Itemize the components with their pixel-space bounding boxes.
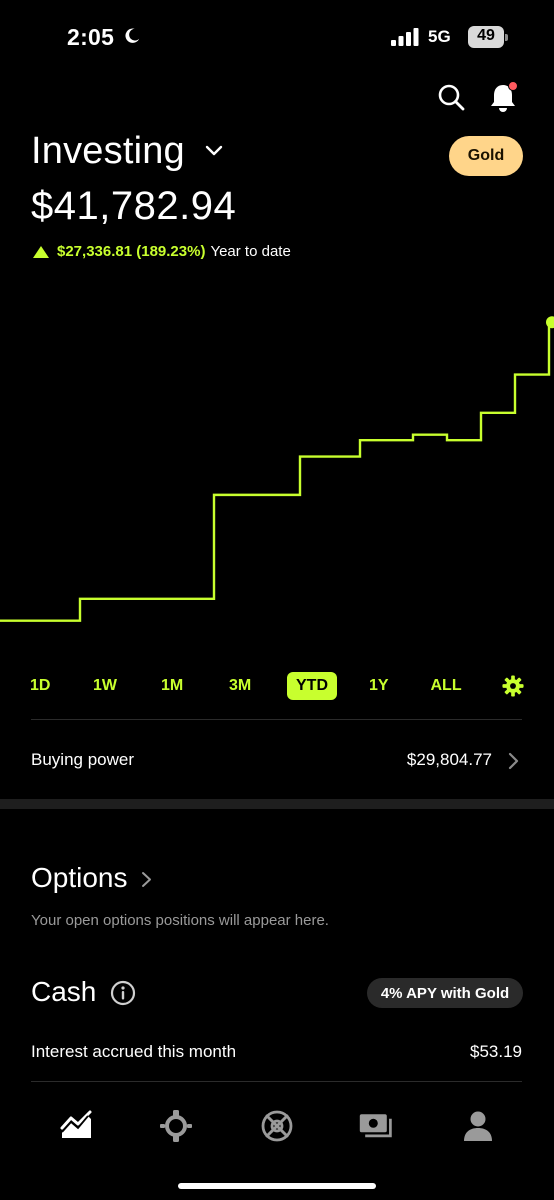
range-3m[interactable]: 3M	[229, 672, 251, 700]
divider	[31, 1081, 522, 1082]
notification-dot	[508, 81, 518, 91]
chevron-down-icon[interactable]	[205, 144, 223, 158]
search-icon[interactable]	[437, 83, 465, 111]
chart-line	[0, 321, 552, 622]
chart-end-dot	[546, 316, 554, 329]
screen: 2:05 5G 49 Investing Gold $41,782.94 $27…	[0, 0, 554, 1200]
divider	[31, 719, 522, 720]
options-title[interactable]: Options	[31, 862, 128, 894]
interest-value: $53.19	[470, 1042, 522, 1061]
range-ytd[interactable]: YTD	[287, 672, 337, 700]
battery-level: 49	[477, 27, 495, 44]
options-subtitle: Your open options positions will appear …	[31, 912, 329, 929]
browse-icon[interactable]	[158, 1108, 194, 1144]
battery-icon: 49	[468, 26, 508, 48]
range-1w[interactable]: 1W	[93, 672, 117, 700]
change-row: $27,336.81 (189.23%) Year to date	[33, 243, 291, 260]
range-1y[interactable]: 1Y	[369, 672, 389, 700]
range-all[interactable]: ALL	[431, 672, 462, 700]
account-icon[interactable]	[460, 1108, 496, 1144]
gear-icon[interactable]	[502, 675, 524, 697]
info-icon[interactable]	[110, 980, 136, 1006]
crypto-icon[interactable]	[259, 1108, 295, 1144]
range-1d[interactable]: 1D	[30, 672, 50, 700]
portfolio-chart[interactable]	[0, 290, 554, 670]
chart-icon[interactable]	[58, 1108, 94, 1144]
interest-label: Interest accrued this month	[31, 1042, 237, 1061]
change-period: Year to date	[210, 243, 291, 260]
range-1m[interactable]: 1M	[161, 672, 183, 700]
status-time: 2:05	[67, 24, 115, 50]
up-arrow-icon	[33, 245, 49, 258]
page-title[interactable]: Investing	[31, 130, 185, 173]
chevron-right-icon[interactable]	[507, 752, 519, 770]
buying-power-value[interactable]: $29,804.77	[407, 750, 492, 770]
home-indicator	[178, 1183, 376, 1189]
network-type: 5G	[428, 27, 451, 46]
chevron-right-icon[interactable]	[141, 871, 152, 888]
cash-title: Cash	[31, 976, 97, 1007]
signal-icon	[391, 28, 419, 46]
change-value: $27,336.81 (189.23%)	[57, 243, 206, 260]
apy-badge[interactable]: 4% APY with Gold	[367, 978, 523, 1008]
cash-icon[interactable]	[358, 1108, 394, 1144]
moon-icon	[125, 28, 140, 43]
gold-button[interactable]: Gold	[449, 136, 523, 176]
section-separator	[0, 799, 554, 809]
portfolio-balance: $41,782.94	[31, 184, 237, 228]
buying-power-label[interactable]: Buying power	[31, 750, 134, 770]
time-range-selector: 1D 1W 1M 3M YTD 1Y ALL	[0, 672, 554, 702]
